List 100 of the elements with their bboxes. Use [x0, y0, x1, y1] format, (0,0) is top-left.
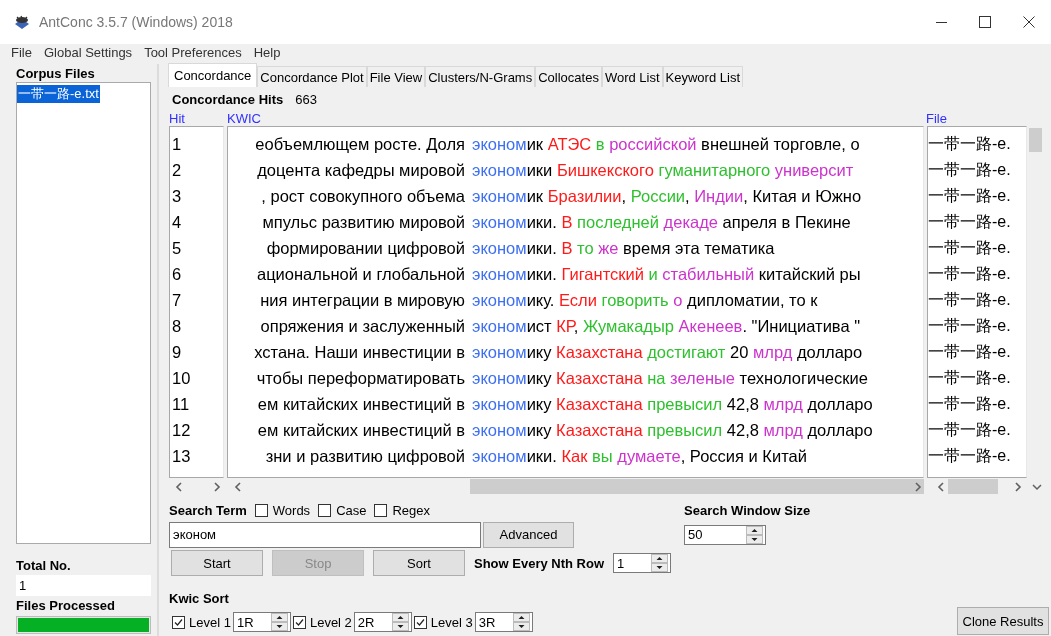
left-context: ния интеграции в мировую: [259, 290, 465, 311]
checkbox[interactable]: [292, 615, 306, 629]
clone-results-button[interactable]: Clone Results: [957, 607, 1049, 635]
kwic-line: экономику Казахстана превысил 42,8 млрд долларо: [472, 394, 873, 415]
left-context: ем китайских инвестиций в: [256, 420, 465, 441]
file-item[interactable]: 一带一路-e.txt: [17, 85, 100, 103]
menu-item[interactable]: Help: [253, 45, 281, 60]
kwic-line: экономист КР, Жумакадыр Акенеев. "Инициатива ": [472, 316, 861, 337]
column-header[interactable]: KWIC: [227, 111, 926, 126]
menu-item[interactable]: File: [11, 45, 32, 60]
checkbox-label[interactable]: Regex: [392, 502, 431, 518]
checkbox[interactable]: [254, 503, 268, 517]
maximize-icon[interactable]: [979, 16, 991, 28]
checkbox[interactable]: [413, 615, 427, 629]
checkbox[interactable]: [374, 503, 388, 517]
left-context: ациональной и глобальной: [255, 264, 465, 285]
file-name: 一带一路-e.: [928, 212, 1012, 232]
kwic-line: экономики Бишкекского гуманитарного университ: [472, 160, 854, 181]
scroll-left-icon[interactable]: [234, 480, 242, 493]
spin-field[interactable]: 3R: [474, 612, 533, 632]
tab[interactable]: Word List: [601, 66, 663, 87]
spinner-arrows-icon[interactable]: [391, 613, 409, 631]
kwic-line: экономик Бразилии, России, Индии, Китая и Южно: [472, 186, 862, 207]
hit-number: 13: [172, 446, 192, 467]
scroll-left-icon[interactable]: [175, 480, 183, 493]
kwic-line: экономику Казахстана достигают 20 млрд долларо: [472, 342, 863, 363]
file-name: 一带一路-e.: [928, 264, 1012, 284]
spin-field[interactable]: 1: [613, 553, 672, 573]
field-label: Kwic Sort: [169, 590, 230, 606]
action-button[interactable]: Start: [171, 550, 263, 576]
spinner-arrows-icon[interactable]: [512, 613, 530, 631]
hit-number: 2: [172, 160, 183, 181]
left-context: доцента кафедры мировой: [256, 160, 465, 181]
left-context: мпульс развитию мировой: [261, 212, 465, 233]
file-name: 一带一路-e.: [928, 134, 1012, 154]
kwic-line: экономик АТЭС в российской внешней торговле, о: [472, 134, 860, 155]
file-name: 一带一路-e.: [928, 186, 1012, 206]
checkbox[interactable]: [172, 615, 185, 629]
kwic-line: экономики. В то же время эта тематика: [472, 238, 775, 259]
kwic-line: экономику. Если говорить о дипломатии, то к: [472, 290, 818, 311]
spin-field[interactable]: 2R: [353, 612, 412, 632]
scroll-right-icon[interactable]: [213, 480, 221, 493]
checkbox-label[interactable]: Level 2: [309, 614, 352, 630]
hit-number: 7: [172, 290, 183, 311]
advanced-button[interactable]: Advanced: [483, 521, 574, 548]
field-label: Show Every Nth Row: [474, 555, 605, 571]
checkbox[interactable]: [318, 503, 332, 517]
hit-number: 1: [172, 134, 183, 155]
spin-field[interactable]: 50: [684, 524, 766, 545]
left-context: хстана. Наши инвестиции в: [253, 342, 465, 363]
left-context: еобъемлющем росте. Доля: [254, 134, 465, 155]
left-context: формировании цифровой: [265, 238, 465, 259]
left-context: опряжения и заслуженный: [259, 316, 465, 337]
file-name: 一带一路-e.: [928, 238, 1012, 258]
scrollbar-thumb[interactable]: [470, 479, 924, 494]
field-label: Total No.: [16, 558, 72, 573]
field-label: Search Term: [169, 502, 247, 518]
scroll-right-icon[interactable]: [1014, 480, 1022, 493]
tab[interactable]: Keyword List: [662, 66, 743, 87]
app-logo-icon: [13, 13, 31, 31]
kwic-line: экономику Казахстана на зеленые технологические: [472, 368, 868, 389]
hit-number: 10: [172, 368, 192, 389]
tab[interactable]: Clusters/N-Grams: [425, 66, 536, 87]
close-icon[interactable]: [1023, 16, 1035, 28]
scroll-right-icon[interactable]: [914, 480, 922, 493]
spin-field[interactable]: 1R: [232, 612, 291, 632]
search-field[interactable]: эконом: [169, 521, 481, 548]
file-name: 一带一路-e.: [928, 446, 1012, 466]
tab[interactable]: File View: [366, 66, 426, 87]
kwic-line: экономики. Гигантский и стабильный китайский ры: [472, 264, 861, 285]
menu-item[interactable]: Tool Preferences: [144, 45, 242, 60]
window-title: AntConc 3.5.7 (Windows) 2018: [39, 14, 233, 30]
tab[interactable]: Concordance Plot: [257, 66, 367, 87]
action-button[interactable]: Sort: [373, 550, 465, 576]
column-header[interactable]: Hit: [169, 111, 227, 126]
scroll-left-icon[interactable]: [937, 480, 945, 493]
field-label: Search Window Size: [684, 502, 811, 518]
checkbox-label[interactable]: Level 3: [430, 614, 473, 630]
checkbox-label[interactable]: Words: [272, 502, 311, 518]
file-name: 一带一路-e.: [928, 160, 1012, 180]
hit-number: 4: [172, 212, 183, 233]
hits-count: 663: [295, 91, 317, 107]
spinner-arrows-icon[interactable]: [651, 554, 669, 572]
checkbox-label[interactable]: Case: [336, 502, 367, 518]
scroll-down-icon[interactable]: [1032, 481, 1042, 492]
hit-number: 6: [172, 264, 183, 285]
file-name: 一带一路-e.: [928, 368, 1012, 388]
checkbox-label[interactable]: Level 1: [189, 614, 231, 630]
menu-item[interactable]: Global Settings: [43, 45, 133, 60]
tab[interactable]: Concordance: [168, 63, 258, 87]
spinner-arrows-icon[interactable]: [270, 613, 288, 631]
scrollbar-thumb[interactable]: [948, 479, 998, 494]
field-label: Files Processed: [16, 598, 116, 613]
file-name: 一带一路-e.: [928, 394, 1012, 414]
column-header[interactable]: File: [926, 111, 947, 126]
spinner-arrows-icon[interactable]: [746, 525, 763, 544]
tab[interactable]: Collocates: [535, 66, 602, 87]
file-name: 一带一路-e.: [928, 316, 1012, 336]
hit-number: 11: [172, 394, 191, 415]
hit-number: 5: [172, 238, 183, 259]
